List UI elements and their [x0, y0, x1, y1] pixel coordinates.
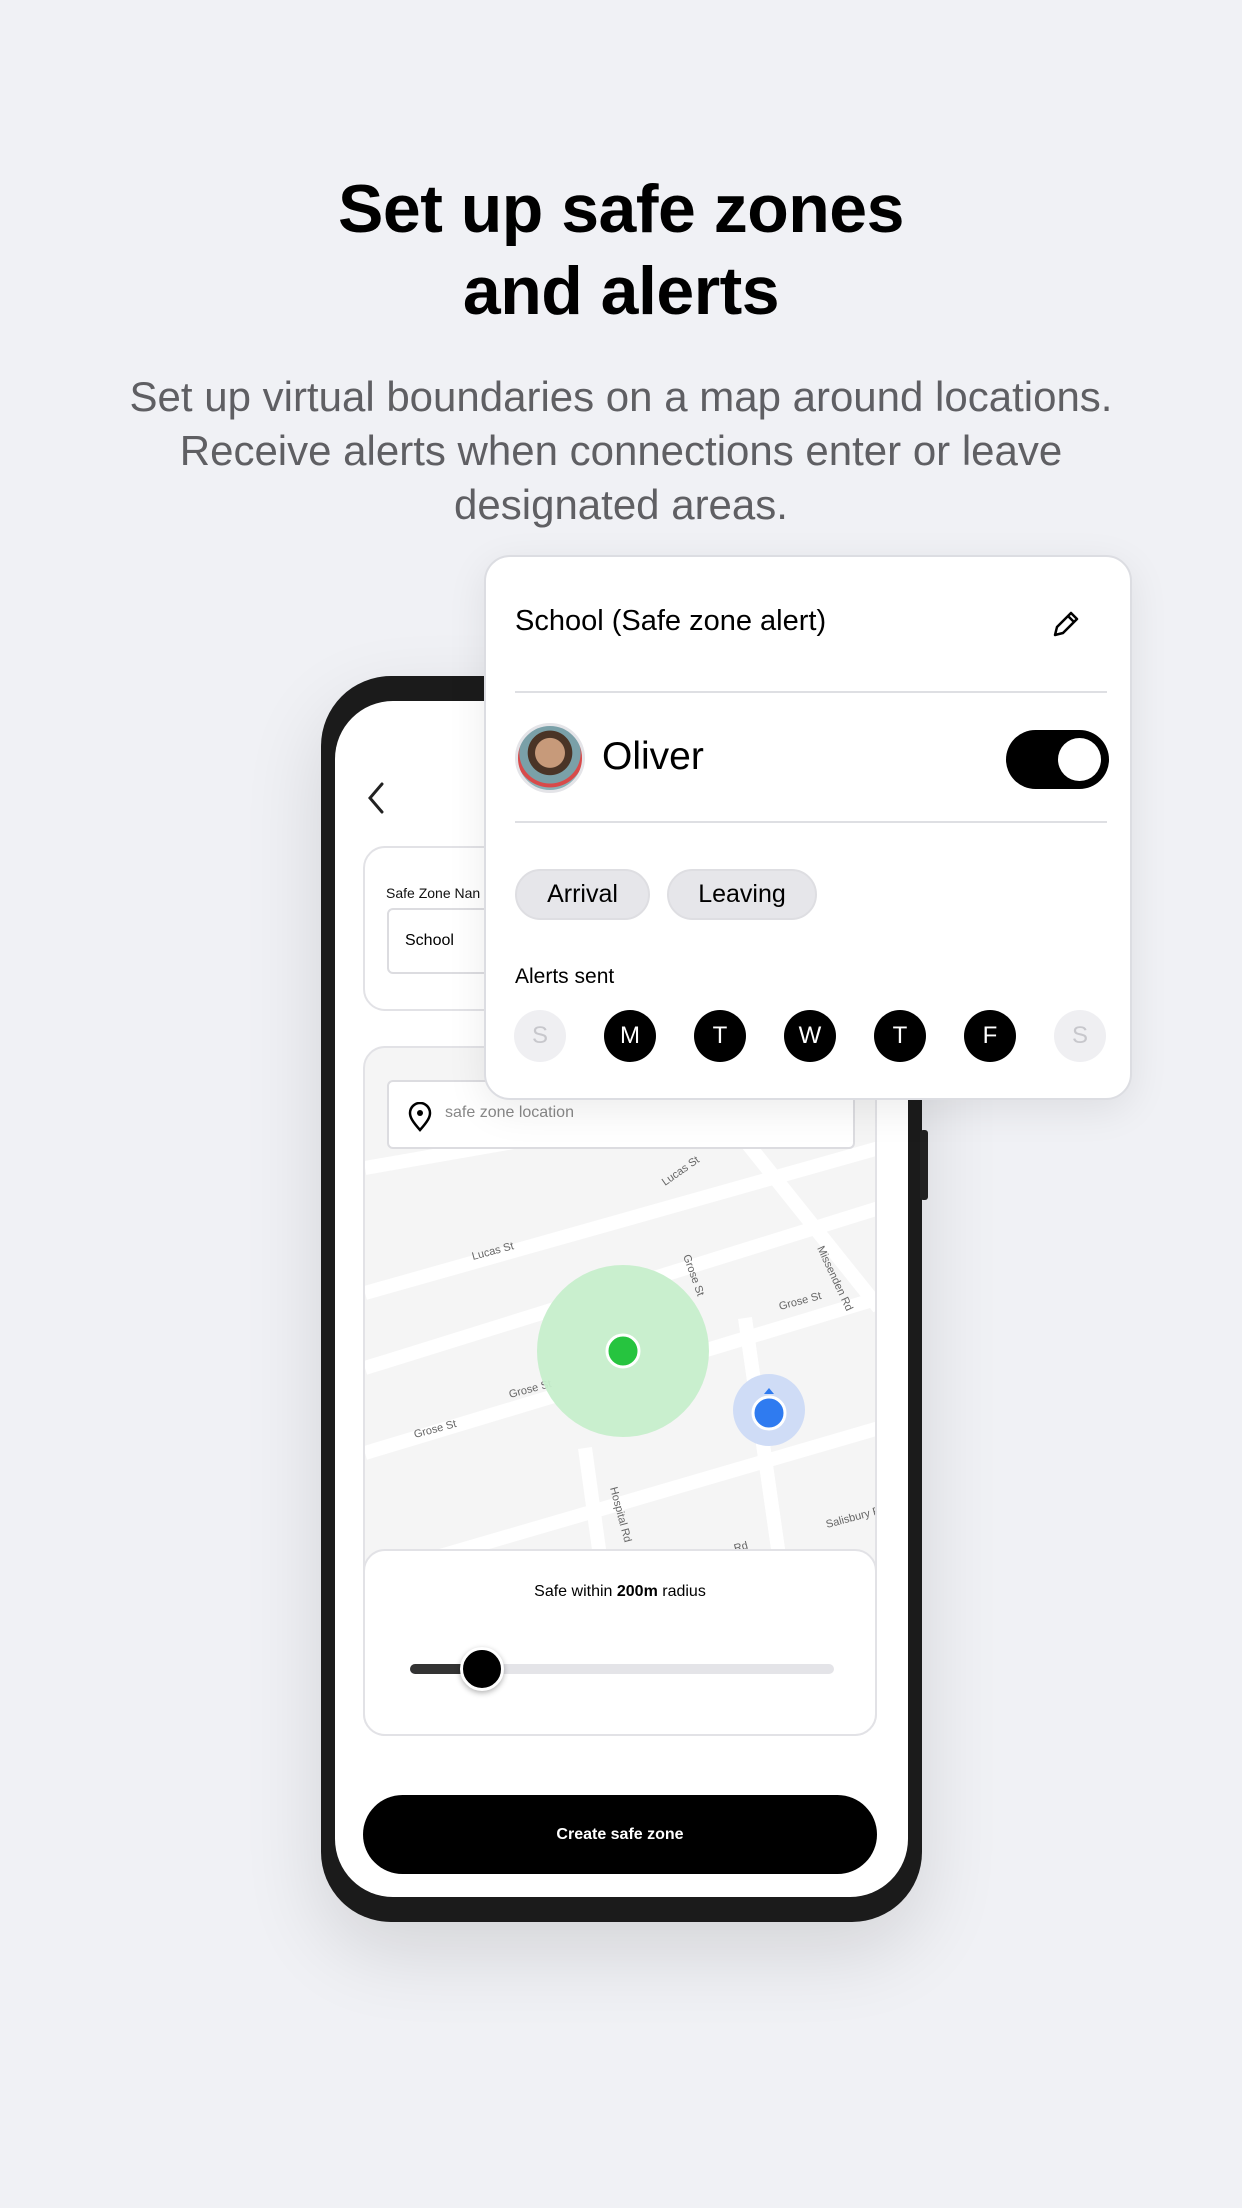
- map-label: Salisbury Rd: [825, 1503, 877, 1531]
- safe-zone-name-value: School: [405, 932, 454, 949]
- page-subtitle: Set up virtual boundaries on a map aroun…: [129, 373, 1113, 528]
- chip-leaving[interactable]: Leaving: [667, 869, 817, 920]
- divider: [515, 821, 1107, 823]
- day-toggle[interactable]: T: [694, 1010, 746, 1062]
- radius-slider-track[interactable]: [410, 1647, 834, 1691]
- page-title: Set up safe zones and alerts: [0, 168, 1242, 332]
- day-selector: SMTWTFS: [514, 1010, 1110, 1062]
- pencil-edit-icon[interactable]: [1049, 607, 1083, 641]
- avatar: [515, 723, 585, 793]
- alerts-sent-label: Alerts sent: [515, 965, 615, 988]
- safe-zone-center-marker[interactable]: [605, 1333, 641, 1369]
- user-location-marker: [751, 1395, 787, 1431]
- radius-prefix: Safe within: [534, 1583, 617, 1600]
- radius-text: Safe within 200m radius: [365, 1583, 875, 1601]
- create-safe-zone-button[interactable]: Create safe zone: [363, 1795, 877, 1874]
- title-line-1: Set up safe zones: [338, 171, 904, 247]
- phone-side-button: [920, 1130, 928, 1200]
- title-line-2: and alerts: [462, 253, 780, 329]
- back-chevron-icon[interactable]: [362, 780, 392, 816]
- day-toggle[interactable]: S: [514, 1010, 566, 1062]
- radius-suffix: radius: [657, 1583, 706, 1600]
- divider: [515, 691, 1107, 693]
- search-placeholder: safe zone location: [445, 1104, 574, 1121]
- day-toggle[interactable]: W: [784, 1010, 836, 1062]
- safe-zone-alert-card: School (Safe zone alert) Oliver Arrival …: [484, 555, 1132, 1100]
- chip-arrival[interactable]: Arrival: [515, 869, 650, 920]
- person-name: Oliver: [602, 735, 704, 778]
- radius-card: Safe within 200m radius: [363, 1549, 877, 1736]
- map-label: Grose St: [778, 1290, 823, 1313]
- day-toggle[interactable]: M: [604, 1010, 656, 1062]
- safe-zone-name-label: Safe Zone Nan: [386, 885, 481, 901]
- toggle-knob: [1058, 738, 1101, 781]
- map-label: Lucas St: [660, 1154, 702, 1188]
- day-toggle[interactable]: S: [1054, 1010, 1106, 1062]
- location-pin-icon: [408, 1102, 432, 1132]
- day-toggle[interactable]: F: [964, 1010, 1016, 1062]
- radius-slider-thumb[interactable]: [460, 1647, 505, 1691]
- radius-value: 200m: [616, 1583, 658, 1600]
- alert-toggle[interactable]: [1006, 730, 1109, 789]
- alert-title: School (Safe zone alert): [515, 605, 827, 637]
- day-toggle[interactable]: T: [874, 1010, 926, 1062]
